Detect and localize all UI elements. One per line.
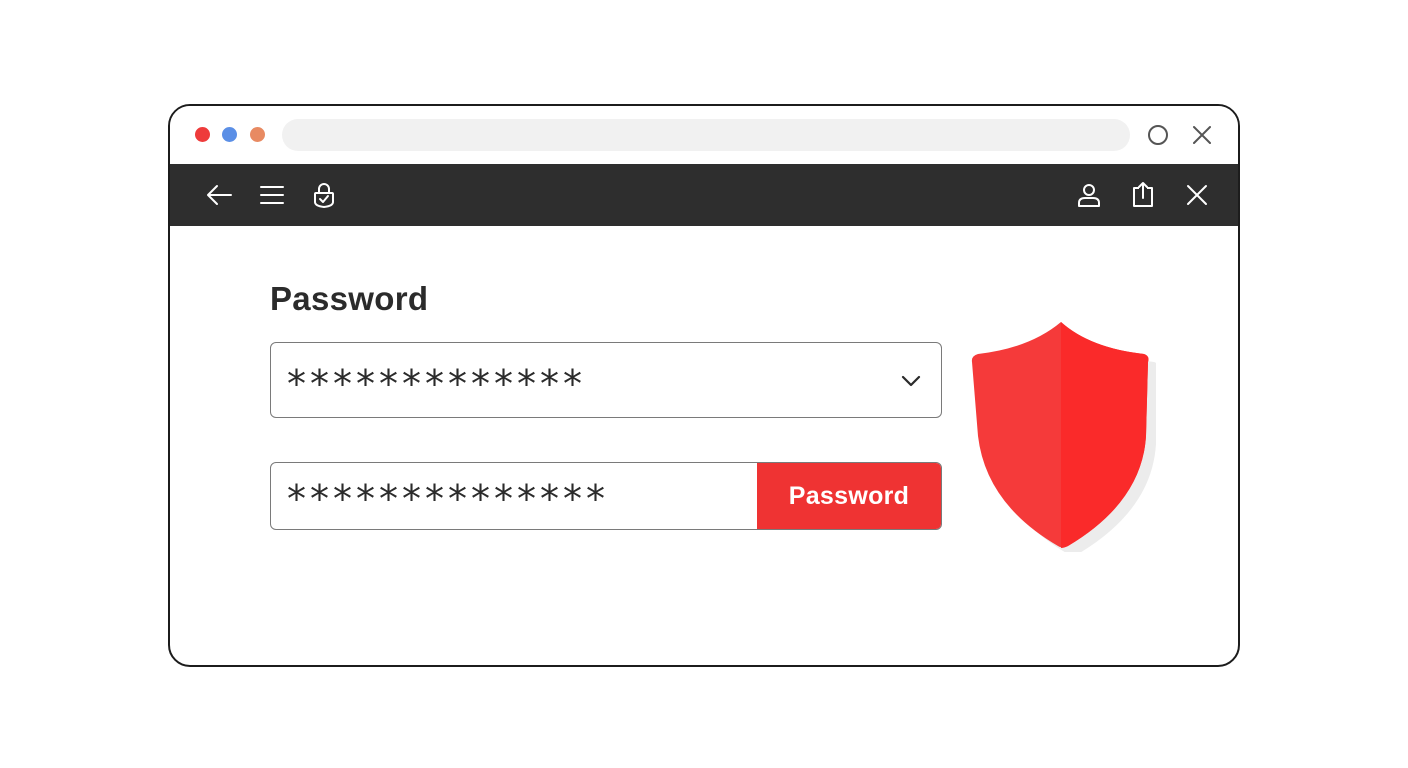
browser-window: Password ************* ************** Pa… (168, 104, 1240, 667)
circle-icon[interactable] (1145, 122, 1171, 148)
window-close-dot[interactable] (195, 127, 210, 142)
password-field[interactable]: ************** (271, 463, 758, 529)
window-maximize-dot[interactable] (250, 127, 265, 142)
password-masked-value: ************** (287, 477, 609, 521)
password-dropdown-field[interactable]: ************* (270, 342, 942, 418)
chevron-down-icon[interactable] (899, 369, 923, 393)
shield-icon (971, 322, 1156, 552)
address-bar[interactable] (282, 119, 1130, 151)
close-icon[interactable] (1182, 180, 1212, 210)
back-arrow-icon[interactable] (204, 180, 234, 210)
password-button[interactable]: Password (757, 463, 941, 529)
toolbar (170, 164, 1238, 226)
window-minimize-dot[interactable] (222, 127, 237, 142)
password-masked-value: ************* (287, 362, 586, 406)
close-icon[interactable] (1189, 122, 1215, 148)
lock-icon[interactable] (309, 180, 339, 210)
user-icon[interactable] (1074, 180, 1104, 210)
password-label: Password (270, 280, 429, 317)
share-icon[interactable] (1128, 180, 1158, 210)
password-input-group: ************** Password (270, 462, 942, 530)
menu-icon[interactable] (257, 180, 287, 210)
title-bar (170, 106, 1238, 164)
